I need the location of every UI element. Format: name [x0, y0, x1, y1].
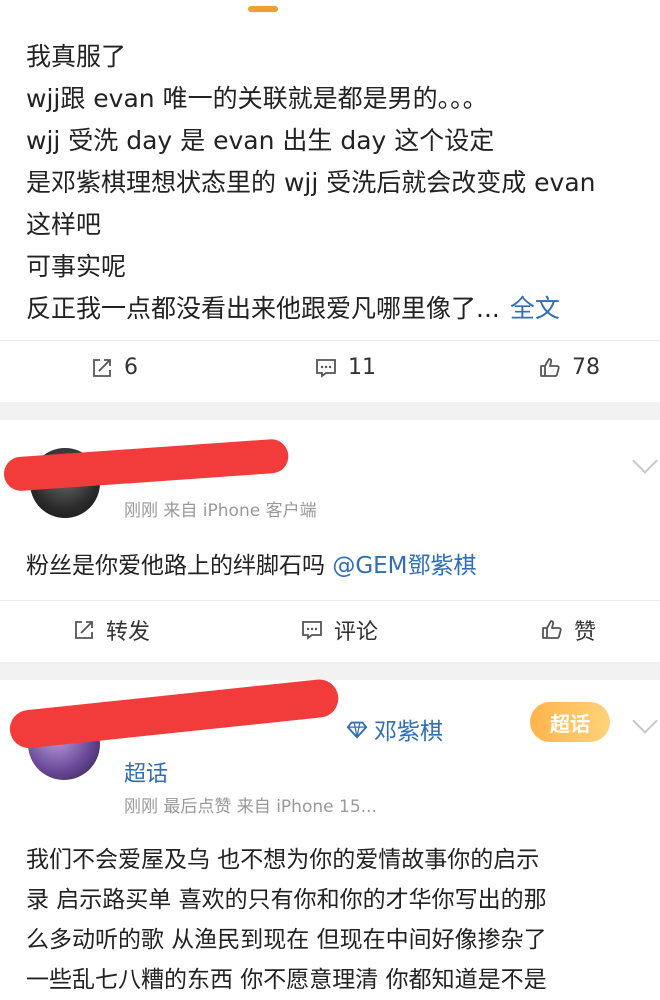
post-line: 我真服了 [26, 42, 127, 71]
chevron-down-icon[interactable] [632, 708, 658, 734]
section-separator [0, 402, 660, 420]
comment-button[interactable]: 评论 [300, 614, 378, 646]
repost-button[interactable]: 转发 [72, 614, 150, 646]
supertopic-name: 邓紫棋 [374, 719, 443, 745]
divider [0, 340, 660, 341]
redaction-mark [8, 677, 341, 750]
thumbs-up-icon [542, 620, 562, 639]
post-line-last: 反正我一点都没看出来他跟爱凡哪里像了... 全文 [26, 288, 646, 330]
repost-count: 6 [124, 355, 138, 380]
mention-link[interactable]: @GEM鄧紫棋 [332, 553, 476, 579]
redaction-mark [2, 438, 290, 492]
like-button[interactable]: 赞 [540, 614, 596, 646]
repost-button[interactable]: 6 [90, 355, 138, 380]
like-count: 78 [572, 355, 600, 380]
thumbs-up-icon [540, 357, 560, 377]
post-line: wjj跟 evan 唯一的关联就是都是男的。。。 [26, 84, 488, 113]
comment-body: 粉丝是你爱他路上的绊脚石吗 [26, 553, 333, 579]
comment-icon [302, 621, 322, 640]
comment-text: 粉丝是你爱他路上的绊脚石吗 @GEM鄧紫棋 [26, 546, 477, 580]
comment-button[interactable]: 11 [314, 355, 376, 380]
comment-text: 我们不会爱屋及乌 也不想为你的爱情故事你的启示 录 启示路买单 喜欢的只有你和你… [26, 840, 656, 1000]
like-button[interactable]: 78 [538, 355, 600, 380]
comment-line: 一些乱七八糟的东西 你不愿意理清 你都知道是不是 [26, 967, 547, 993]
section-separator [0, 662, 660, 680]
diamond-icon [346, 721, 368, 739]
post-body: 我真服了 wjj跟 evan 唯一的关联就是都是男的。。。 wjj 受洗 day… [26, 36, 646, 330]
post-line: 反正我一点都没看出来他跟爱凡哪里像了... [26, 294, 500, 323]
comment-line: 么多动听的歌 从渔民到现在 但现在中间好像掺杂了 [26, 927, 547, 953]
post-line: wjj 受洗 day 是 evan 出生 day 这个设定 [26, 126, 495, 155]
comment-line: 录 启示路买单 喜欢的只有你和你的才华你写出的那 [26, 887, 547, 913]
divider [0, 600, 660, 601]
post-line: 是邓紫棋理想状态里的 wjj 受洗后就会改变成 evan [26, 168, 596, 197]
chevron-down-icon[interactable] [632, 448, 658, 474]
repost-icon [93, 358, 111, 377]
post-line: 可事实呢 [26, 252, 127, 281]
comment-count: 11 [348, 355, 376, 380]
repost-icon [75, 621, 93, 639]
post-line: 这样吧 [26, 210, 102, 239]
like-label: 赞 [574, 620, 597, 645]
comment-label: 评论 [334, 620, 379, 645]
supertopic-link[interactable]: 邓紫棋 [346, 712, 443, 746]
comment-meta: 刚刚 最后点赞 来自 iPhone 15... [124, 797, 377, 817]
repost-label: 转发 [106, 620, 151, 645]
comment-line: 我们不会爱屋及乌 也不想为你的爱情故事你的启示 [26, 847, 540, 873]
comment-meta: 刚刚 来自 iPhone 客户端 [124, 501, 317, 521]
comment-icon [316, 358, 336, 378]
supertopic-suffix[interactable]: 超话 [124, 756, 168, 788]
top-indicator [248, 6, 278, 12]
supertopic-badge[interactable]: 超话 [530, 702, 610, 742]
expand-full-text-link[interactable]: 全文 [510, 294, 560, 323]
